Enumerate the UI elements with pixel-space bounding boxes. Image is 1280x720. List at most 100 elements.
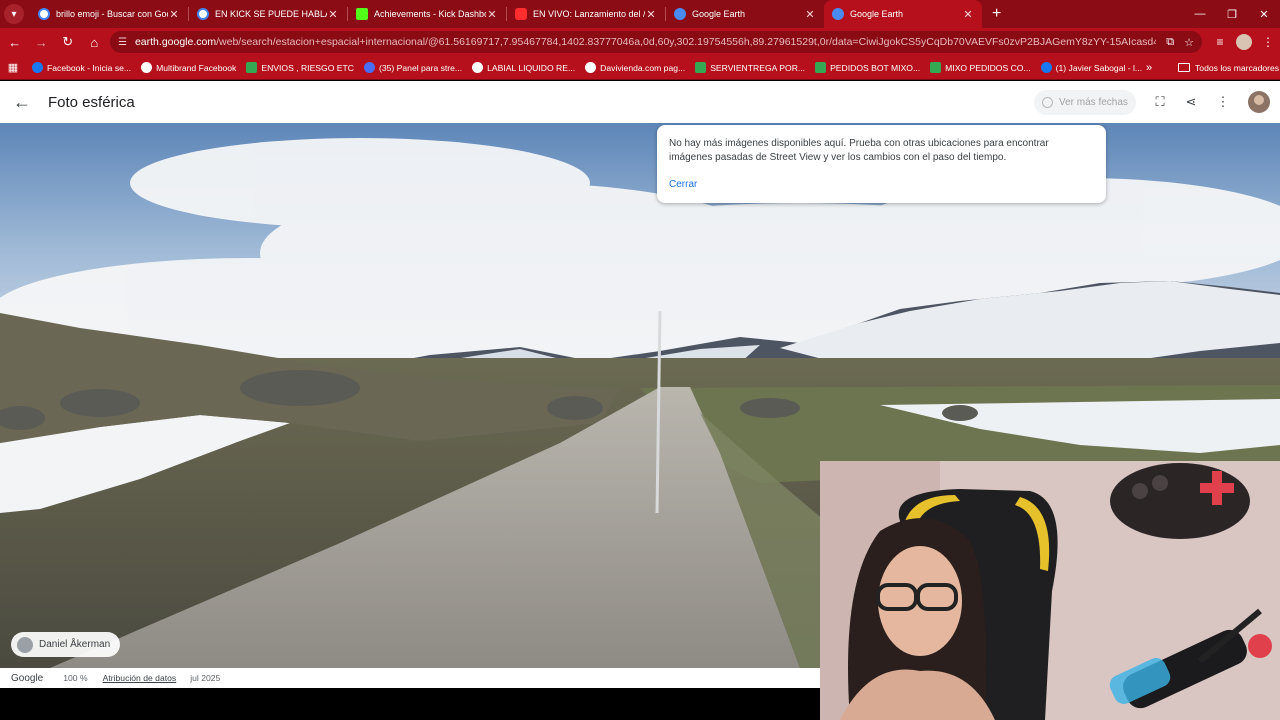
zoom-level: 100 %	[63, 673, 88, 683]
google-logo: Google	[11, 672, 44, 684]
bookmark-item[interactable]: MIXO PEDIDOS CO...	[930, 62, 1031, 73]
bookmark-item[interactable]: SERVIENTREGA POR...	[695, 62, 805, 73]
tab-title: Google Earth	[850, 9, 904, 19]
user-avatar[interactable]	[1248, 91, 1270, 113]
capture-date: jul 2025	[190, 673, 221, 683]
close-tab-icon[interactable]: ✕	[486, 8, 498, 21]
tooltip-message: No hay más imágenes disponibles aquí. Pr…	[669, 138, 1049, 163]
home-icon[interactable]: ⌂	[83, 30, 107, 54]
bookmark-item[interactable]: (35) Panel para stre...	[363, 62, 463, 73]
bookmark-label: (35) Panel para stre...	[378, 62, 463, 73]
gamepad-wall-decal	[1110, 463, 1250, 539]
restore-icon[interactable]: ❐	[1216, 0, 1248, 28]
sheets-icon	[815, 62, 827, 73]
browser-menu-icon[interactable]: ⋮	[1256, 30, 1280, 54]
all-bookmarks-folder[interactable]: Todos los marcadores	[1178, 63, 1279, 73]
tooltip-close-button[interactable]: Cerrar	[669, 179, 697, 190]
capture-icon[interactable]: ⛶	[1150, 92, 1170, 112]
window-controls: — ❐ ✕	[1184, 0, 1280, 28]
bookmark-label: Davivienda.com pag...	[600, 62, 686, 73]
bookmark-label: LABIAL LIQUIDO RE...	[487, 62, 576, 73]
new-tab-plus-icon[interactable]: +	[992, 5, 1001, 23]
tab-4[interactable]: EN VIVO: Lanzamiento del / ✕	[507, 0, 665, 28]
tab-6-active[interactable]: Google Earth ✕	[824, 0, 982, 28]
bookmark-item[interactable]: PEDIDOS BOT MIXO...	[815, 62, 920, 73]
bookmark-label: PEDIDOS BOT MIXO...	[830, 62, 921, 73]
close-tab-icon[interactable]: ✕	[645, 8, 657, 21]
profile-avatar[interactable]	[1236, 34, 1252, 50]
more-dates-label: Ver más fechas	[1059, 97, 1128, 108]
tab-1[interactable]: brillo emoji - Buscar con Googl ✕	[30, 0, 188, 28]
bookmark-star-icon[interactable]: ☆	[1184, 36, 1194, 49]
app-header: ← Foto esférica Ver más fechas ⛶ ⋖ ⋮	[0, 81, 1280, 123]
tab-2[interactable]: EN KICK SE PUEDE HABLAR DE ✕	[189, 0, 347, 28]
tab-title: EN VIVO: Lanzamiento del /	[533, 9, 645, 19]
globe-icon	[585, 62, 597, 73]
toolbar: ← → ↻ ⌂ ☰ earth.google.com/web/search/es…	[0, 28, 1280, 56]
bookmark-label: ENVIOS , RIESGO ETC	[261, 62, 354, 73]
google-earth-favicon-icon	[674, 8, 686, 20]
apps-grid-icon[interactable]: ▦	[0, 61, 26, 74]
install-app-icon[interactable]: ⧉	[1166, 36, 1174, 49]
kick-favicon-icon	[356, 8, 368, 20]
facebook-icon	[32, 62, 43, 73]
photo-author-chip[interactable]: Daniel Åkerman	[11, 632, 121, 657]
tab-title: EN KICK SE PUEDE HABLAR DE	[215, 9, 327, 19]
bookmark-item[interactable]: Multibrand Facebook	[141, 62, 236, 73]
sheets-icon	[930, 62, 942, 73]
minimize-icon[interactable]: —	[1184, 0, 1216, 28]
share-icon[interactable]: ⋖	[1181, 92, 1201, 112]
url-host: earth.google.com	[134, 36, 217, 48]
bookmark-label: SERVIENTREGA POR...	[710, 62, 806, 73]
google-earth-favicon-icon	[832, 8, 844, 20]
facebook-icon	[1040, 62, 1052, 73]
bookmark-label: MIXO PEDIDOS CO...	[945, 62, 1031, 73]
author-avatar	[17, 636, 33, 653]
webcam-image	[820, 461, 1280, 720]
forward-arrow-icon[interactable]: →	[30, 30, 54, 54]
site-info-icon[interactable]: ☰	[118, 37, 127, 48]
close-tab-icon[interactable]: ✕	[168, 8, 180, 21]
url-text: earth.google.com/web/search/estacion+esp…	[135, 36, 1156, 48]
close-tab-icon[interactable]: ✕	[327, 8, 339, 21]
address-bar[interactable]: ☰ earth.google.com/web/search/estacion+e…	[110, 31, 1202, 53]
reload-icon[interactable]: ↻	[56, 30, 80, 54]
sheets-icon	[246, 62, 258, 73]
map-footer: Google 100 % Atribución de datos jul 202…	[0, 668, 820, 688]
data-attribution-link[interactable]: Atribución de datos	[103, 673, 177, 683]
google-favicon-icon	[38, 8, 50, 20]
tab-search-chevron-down-icon[interactable]: ▾	[4, 4, 24, 24]
toolbar-right: ≡ ⋮	[1208, 30, 1280, 54]
author-name: Daniel Åkerman	[39, 639, 111, 650]
close-window-icon[interactable]: ✕	[1248, 0, 1280, 28]
more-bookmarks-chevron-icon[interactable]: »	[1146, 62, 1152, 74]
tab-title: Google Earth	[692, 9, 746, 19]
bookmark-item[interactable]: ENVIOS , RIESGO ETC	[246, 62, 354, 73]
close-tab-icon[interactable]: ✕	[804, 8, 816, 21]
stream-panel-icon	[363, 62, 375, 73]
tab-media-icon[interactable]: ≡	[1208, 30, 1232, 54]
screen: ▾ brillo emoji - Buscar con Googl ✕ EN K…	[0, 0, 1280, 720]
bookmark-item[interactable]: Davivienda.com pag...	[585, 62, 685, 73]
back-arrow-icon[interactable]: ←	[3, 30, 27, 54]
url-path: /web/search/estacion+espacial+internacio…	[216, 36, 1157, 48]
tab-title: brillo emoji - Buscar con Googl	[56, 9, 168, 19]
google-favicon-icon	[197, 8, 209, 20]
close-tab-icon[interactable]: ✕	[962, 8, 974, 21]
sheets-icon	[695, 62, 707, 73]
globe-icon	[472, 62, 484, 73]
webcam-overlay	[820, 461, 1280, 720]
bookmark-item[interactable]: Facebook - Inicia se...	[32, 62, 131, 73]
bookmark-item[interactable]: (1) Javier Sabogal - l...	[1040, 62, 1143, 73]
tab-3[interactable]: Achievements - Kick Dashboard ✕	[348, 0, 506, 28]
folder-icon	[1178, 63, 1190, 72]
more-dates-button[interactable]: Ver más fechas	[1034, 90, 1136, 115]
tab-5[interactable]: Google Earth ✕	[666, 0, 824, 28]
back-arrow-icon[interactable]: ←	[4, 92, 40, 113]
tab-title: Achievements - Kick Dashboard	[374, 9, 486, 19]
bookmark-item[interactable]: LABIAL LIQUIDO RE...	[472, 62, 575, 73]
more-vert-icon[interactable]: ⋮	[1213, 92, 1233, 112]
tab-strip: ▾ brillo emoji - Buscar con Googl ✕ EN K…	[0, 0, 1280, 28]
bookmark-label: Multibrand Facebook	[156, 62, 237, 73]
bookmark-label: (1) Javier Sabogal - l...	[1055, 62, 1143, 73]
